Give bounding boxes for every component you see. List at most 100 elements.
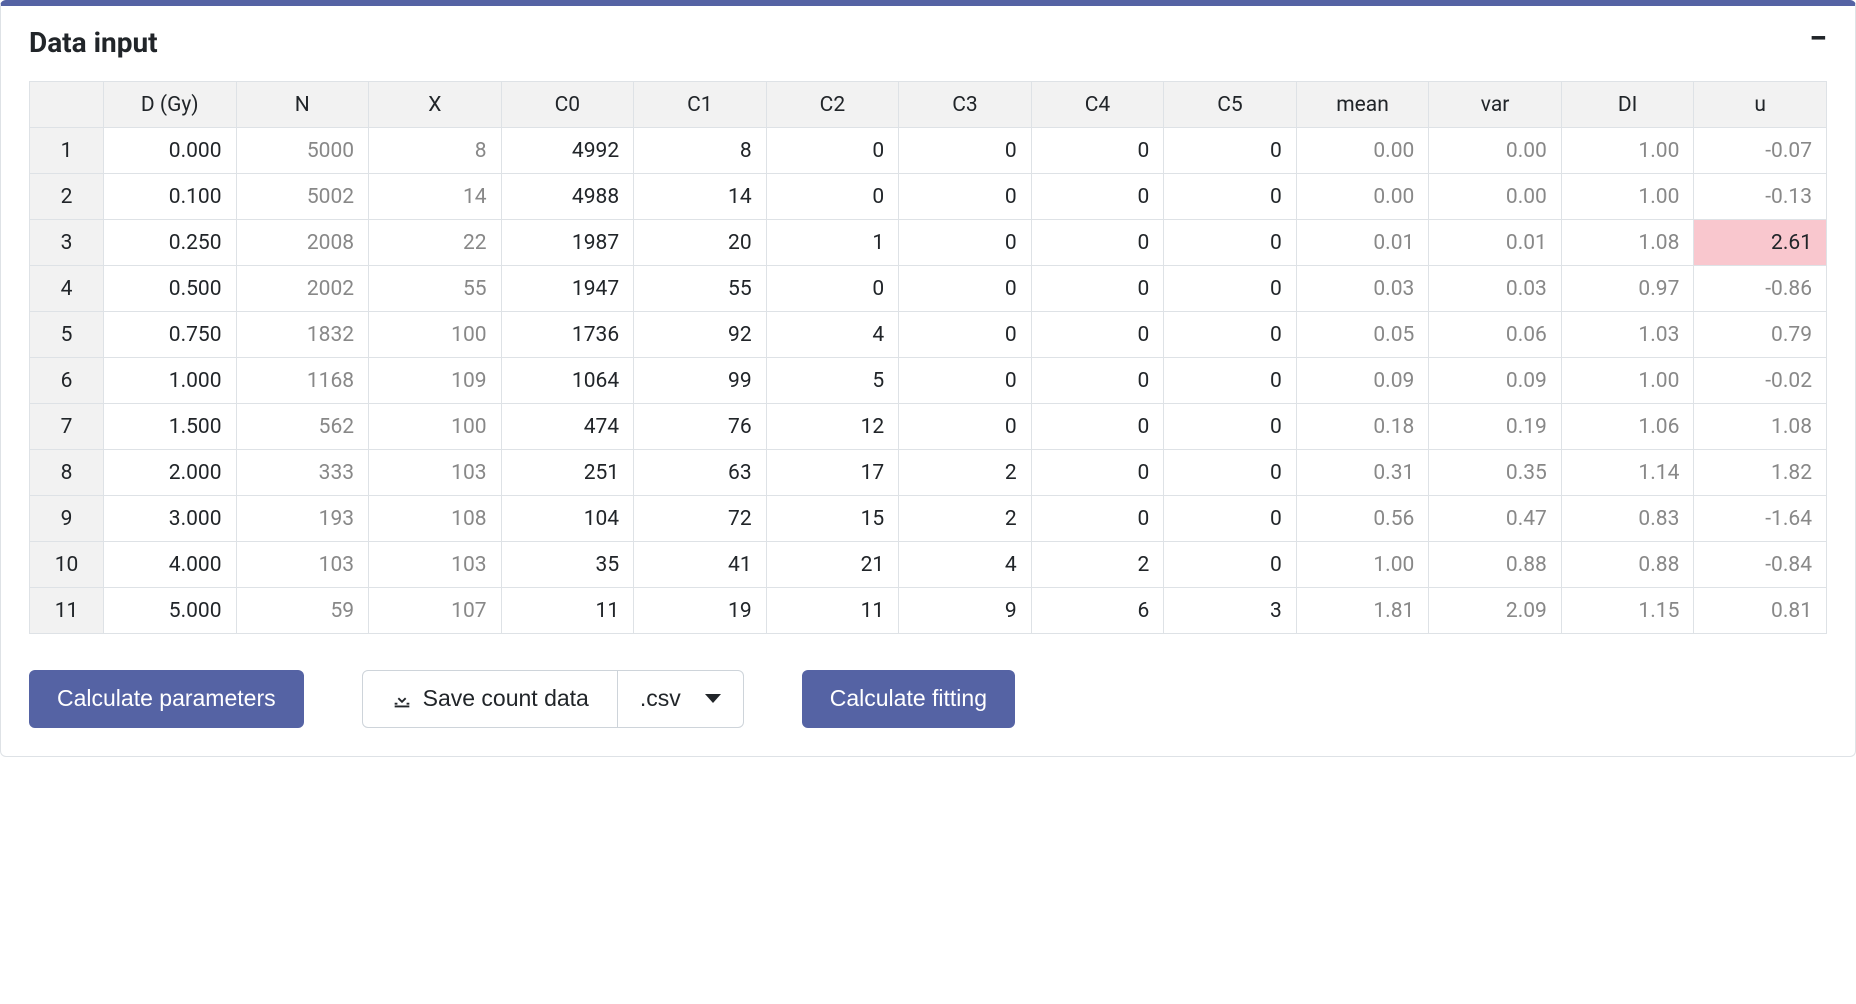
cell-u[interactable]: 0.79 <box>1694 312 1827 358</box>
cell-c2[interactable]: 1 <box>766 220 899 266</box>
save-count-data-button[interactable]: Save count data <box>362 670 618 728</box>
cell-d[interactable]: 0.500 <box>104 266 237 312</box>
cell-c5[interactable]: 0 <box>1164 542 1297 588</box>
cell-d[interactable]: 2.000 <box>104 450 237 496</box>
cell-di[interactable]: 1.08 <box>1561 220 1694 266</box>
cell-var[interactable]: 0.03 <box>1429 266 1562 312</box>
cell-c1[interactable]: 92 <box>634 312 767 358</box>
cell-c2[interactable]: 12 <box>766 404 899 450</box>
cell-d[interactable]: 0.250 <box>104 220 237 266</box>
cell-n[interactable]: 59 <box>236 588 369 634</box>
cell-c4[interactable]: 0 <box>1031 266 1164 312</box>
cell-mean[interactable]: 0.18 <box>1296 404 1429 450</box>
cell-u[interactable]: 1.08 <box>1694 404 1827 450</box>
cell-num[interactable]: 11 <box>30 588 104 634</box>
cell-c2[interactable]: 17 <box>766 450 899 496</box>
cell-n[interactable]: 562 <box>236 404 369 450</box>
cell-di[interactable]: 0.97 <box>1561 266 1694 312</box>
cell-c1[interactable]: 8 <box>634 128 767 174</box>
cell-di[interactable]: 1.00 <box>1561 358 1694 404</box>
cell-x[interactable]: 14 <box>369 174 502 220</box>
cell-mean[interactable]: 1.81 <box>1296 588 1429 634</box>
format-dropdown[interactable]: .csv <box>618 670 744 728</box>
cell-c1[interactable]: 19 <box>634 588 767 634</box>
cell-mean[interactable]: 1.00 <box>1296 542 1429 588</box>
cell-c3[interactable]: 0 <box>899 358 1032 404</box>
cell-n[interactable]: 193 <box>236 496 369 542</box>
cell-c3[interactable]: 0 <box>899 312 1032 358</box>
cell-c4[interactable]: 0 <box>1031 128 1164 174</box>
cell-d[interactable]: 3.000 <box>104 496 237 542</box>
cell-c4[interactable]: 0 <box>1031 450 1164 496</box>
cell-c0[interactable]: 1736 <box>501 312 634 358</box>
cell-num[interactable]: 8 <box>30 450 104 496</box>
cell-di[interactable]: 1.06 <box>1561 404 1694 450</box>
cell-num[interactable]: 3 <box>30 220 104 266</box>
cell-var[interactable]: 0.88 <box>1429 542 1562 588</box>
cell-c1[interactable]: 99 <box>634 358 767 404</box>
cell-num[interactable]: 2 <box>30 174 104 220</box>
cell-n[interactable]: 5000 <box>236 128 369 174</box>
cell-c2[interactable]: 11 <box>766 588 899 634</box>
cell-num[interactable]: 10 <box>30 542 104 588</box>
cell-mean[interactable]: 0.01 <box>1296 220 1429 266</box>
cell-var[interactable]: 0.00 <box>1429 174 1562 220</box>
calculate-parameters-button[interactable]: Calculate parameters <box>29 670 304 728</box>
cell-var[interactable]: 0.47 <box>1429 496 1562 542</box>
cell-c3[interactable]: 0 <box>899 266 1032 312</box>
cell-num[interactable]: 7 <box>30 404 104 450</box>
cell-c4[interactable]: 6 <box>1031 588 1164 634</box>
cell-c0[interactable]: 1064 <box>501 358 634 404</box>
cell-u[interactable]: -0.07 <box>1694 128 1827 174</box>
cell-u[interactable]: -0.84 <box>1694 542 1827 588</box>
cell-c4[interactable]: 0 <box>1031 358 1164 404</box>
cell-c5[interactable]: 0 <box>1164 358 1297 404</box>
cell-c0[interactable]: 104 <box>501 496 634 542</box>
cell-d[interactable]: 1.500 <box>104 404 237 450</box>
cell-c1[interactable]: 55 <box>634 266 767 312</box>
cell-c5[interactable]: 0 <box>1164 266 1297 312</box>
cell-d[interactable]: 4.000 <box>104 542 237 588</box>
cell-num[interactable]: 1 <box>30 128 104 174</box>
cell-var[interactable]: 0.19 <box>1429 404 1562 450</box>
cell-d[interactable]: 1.000 <box>104 358 237 404</box>
cell-c0[interactable]: 35 <box>501 542 634 588</box>
calculate-fitting-button[interactable]: Calculate fitting <box>802 670 1015 728</box>
cell-di[interactable]: 1.15 <box>1561 588 1694 634</box>
cell-n[interactable]: 2008 <box>236 220 369 266</box>
cell-c1[interactable]: 76 <box>634 404 767 450</box>
cell-c2[interactable]: 21 <box>766 542 899 588</box>
cell-c5[interactable]: 0 <box>1164 220 1297 266</box>
cell-mean[interactable]: 0.31 <box>1296 450 1429 496</box>
cell-c5[interactable]: 3 <box>1164 588 1297 634</box>
cell-c3[interactable]: 0 <box>899 404 1032 450</box>
cell-c1[interactable]: 41 <box>634 542 767 588</box>
cell-di[interactable]: 0.83 <box>1561 496 1694 542</box>
cell-c4[interactable]: 0 <box>1031 312 1164 358</box>
cell-c2[interactable]: 5 <box>766 358 899 404</box>
cell-c4[interactable]: 0 <box>1031 220 1164 266</box>
cell-c3[interactable]: 0 <box>899 220 1032 266</box>
cell-c0[interactable]: 251 <box>501 450 634 496</box>
cell-c2[interactable]: 0 <box>766 128 899 174</box>
cell-c1[interactable]: 20 <box>634 220 767 266</box>
cell-di[interactable]: 1.00 <box>1561 174 1694 220</box>
cell-c4[interactable]: 0 <box>1031 174 1164 220</box>
cell-c3[interactable]: 2 <box>899 450 1032 496</box>
cell-x[interactable]: 109 <box>369 358 502 404</box>
cell-x[interactable]: 107 <box>369 588 502 634</box>
cell-x[interactable]: 100 <box>369 404 502 450</box>
cell-mean[interactable]: 0.00 <box>1296 128 1429 174</box>
cell-mean[interactable]: 0.00 <box>1296 174 1429 220</box>
cell-u[interactable]: -0.86 <box>1694 266 1827 312</box>
cell-n[interactable]: 333 <box>236 450 369 496</box>
cell-x[interactable]: 22 <box>369 220 502 266</box>
cell-c5[interactable]: 0 <box>1164 128 1297 174</box>
cell-u[interactable]: 0.81 <box>1694 588 1827 634</box>
cell-c3[interactable]: 4 <box>899 542 1032 588</box>
cell-c1[interactable]: 63 <box>634 450 767 496</box>
cell-c0[interactable]: 11 <box>501 588 634 634</box>
cell-c1[interactable]: 72 <box>634 496 767 542</box>
cell-num[interactable]: 6 <box>30 358 104 404</box>
cell-u[interactable]: 1.82 <box>1694 450 1827 496</box>
